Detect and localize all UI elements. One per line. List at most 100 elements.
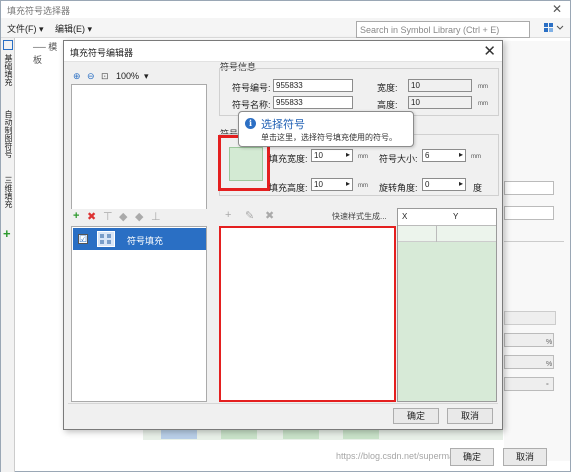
outer-ok-button[interactable]: 确定 <box>450 448 494 466</box>
property-field[interactable] <box>504 181 554 195</box>
height-unit: mm <box>478 101 488 107</box>
add-category-icon[interactable]: + <box>3 226 11 241</box>
height-label: 高度: <box>377 100 398 110</box>
symbol-name-field[interactable]: 955833 <box>273 96 353 109</box>
swatch[interactable] <box>221 429 257 439</box>
height-field: 10 <box>408 96 472 109</box>
dialog-ok-button[interactable]: 确定 <box>393 408 439 424</box>
swatch[interactable] <box>161 429 197 439</box>
dropdown-field[interactable] <box>504 311 556 325</box>
zoom-level[interactable]: 100% <box>116 71 139 81</box>
tab-3d-fill[interactable]: 三维填充 <box>3 176 14 208</box>
fill-width-value: 10 <box>314 151 323 160</box>
spin-arrow-icon[interactable]: ▸ <box>459 179 463 188</box>
delete-layer-icon[interactable]: ✖ <box>87 210 96 223</box>
symbol-size-spinner[interactable]: 6 ▸ <box>422 149 466 162</box>
tooltip-title: 选择符号 <box>261 119 305 131</box>
search-icon <box>544 23 564 32</box>
tab-square-icon[interactable] <box>3 40 13 50</box>
symbol-size-unit: mm <box>471 154 481 160</box>
dialog-close-button[interactable]: ✕ <box>483 42 496 60</box>
dialog-cancel-button[interactable]: 取消 <box>447 408 493 424</box>
edit-style-icon[interactable]: ✎ <box>245 209 254 222</box>
select-symbol-tooltip: i 选择符号 单击这里，选择符号填充使用的符号。 <box>238 111 414 147</box>
symbol-size-label: 符号大小: <box>379 154 418 164</box>
rotation-value: 0 <box>425 180 430 189</box>
fill-width-spinner[interactable]: 10 ▸ <box>311 149 353 162</box>
fill-layer-icon <box>97 231 115 247</box>
outer-cancel-button[interactable]: 取消 <box>503 448 547 466</box>
fill-height-spinner[interactable]: 10 ▸ <box>311 178 353 191</box>
table-row[interactable] <box>398 226 496 242</box>
move-bottom-icon[interactable]: ⊥ <box>151 210 161 223</box>
column-x-header: X <box>402 212 408 221</box>
table-header: X Y <box>398 209 496 226</box>
unit-label: % <box>546 361 553 368</box>
symbol-preview-canvas[interactable] <box>71 84 207 210</box>
fill-height-value: 10 <box>314 180 323 189</box>
move-down-icon[interactable]: ◆ <box>135 210 143 223</box>
divider <box>504 241 564 242</box>
fill-height-unit: mm <box>358 183 368 189</box>
property-field[interactable] <box>504 206 554 220</box>
symbol-name-label: 符号名称: <box>232 100 271 110</box>
layer-toolbar: + ✖ ⊤ ◆ ◆ ⊥ <box>71 209 207 225</box>
add-layer-icon[interactable]: + <box>73 210 79 222</box>
preview-zoom-toolbar: ⊕ ⊖ ⊡ 100% ▾ <box>71 70 207 85</box>
window-titlebar: 填充符号选择器 ✕ <box>1 1 570 18</box>
layer-visible-checkbox[interactable]: ☑ <box>78 234 88 244</box>
fill-width-unit: mm <box>358 154 368 160</box>
swatch[interactable] <box>343 429 379 439</box>
symbol-code-field[interactable]: 955833 <box>273 79 353 92</box>
table-body <box>398 242 496 401</box>
rotation-unit: 度 <box>473 183 483 193</box>
properties-panel <box>504 41 570 461</box>
spin-arrow-icon[interactable]: ▸ <box>346 150 350 159</box>
unit-label: ° <box>546 383 549 390</box>
tab-auto-mapping[interactable]: 自动制图符号 <box>3 110 14 158</box>
zoom-out-icon[interactable]: ⊖ <box>87 71 95 82</box>
divider <box>68 403 498 404</box>
delete-style-icon[interactable]: ✖ <box>265 209 274 222</box>
coordinate-table: X Y <box>397 208 497 402</box>
tree-node-template[interactable]: ── 模板 <box>33 40 63 66</box>
dialog-title: 填充符号编辑器 <box>70 48 134 58</box>
move-top-icon[interactable]: ⊤ <box>103 210 113 223</box>
fill-height-label: 填充高度: <box>269 183 308 193</box>
symbol-tree: ── 模板 <box>15 38 63 468</box>
table-body-fill <box>398 242 399 401</box>
search-options-button[interactable] <box>543 21 567 36</box>
symbol-library-search-input[interactable]: Search in Symbol Library (Ctrl + E) <box>356 21 530 38</box>
swatch[interactable] <box>283 429 319 439</box>
add-style-icon[interactable]: + <box>225 209 231 221</box>
tooltip-description: 单击这里，选择符号填充使用的符号。 <box>261 133 397 142</box>
style-list[interactable] <box>219 226 396 402</box>
spin-arrow-icon[interactable]: ▸ <box>459 150 463 159</box>
layer-label: 符号填充 <box>127 236 164 246</box>
layer-item-symbol-fill[interactable]: ☑ 符号填充 <box>73 228 206 250</box>
chevron-down-icon[interactable]: ▾ <box>144 71 149 82</box>
zoom-in-icon[interactable]: ⊕ <box>73 71 81 82</box>
window-title: 填充符号选择器 <box>7 6 71 16</box>
move-up-icon[interactable]: ◆ <box>119 210 127 223</box>
column-y-header: Y <box>453 212 459 221</box>
window-close-button[interactable]: ✕ <box>552 2 562 16</box>
info-icon: i <box>245 118 256 129</box>
zoom-fit-icon[interactable]: ⊡ <box>101 71 109 82</box>
unit-label: % <box>546 339 553 346</box>
tab-basic-fill[interactable]: 基础填充 <box>3 54 14 86</box>
width-label: 宽度: <box>377 83 398 93</box>
fill-width-label: 填充宽度: <box>269 154 308 164</box>
dialog-titlebar: 填充符号编辑器 ✕ <box>64 41 502 62</box>
symbol-code-label: 符号编号: <box>232 83 271 93</box>
menu-edit[interactable]: 编辑(E) ▾ <box>55 22 92 35</box>
rotation-label: 旋转角度: <box>379 183 418 193</box>
quick-style-generate-button[interactable]: 快速样式生成... <box>332 211 387 222</box>
fill-symbol-editor-dialog: 填充符号编辑器 ✕ ⊕ ⊖ ⊡ 100% ▾ + ✖ ⊤ ◆ ◆ ⊥ ☑ 符号填… <box>63 40 503 430</box>
menu-file[interactable]: 文件(F) ▾ <box>7 22 44 35</box>
category-tab-strip: 基础填充 自动制图符号 三维填充 + <box>1 38 15 472</box>
spin-arrow-icon[interactable]: ▸ <box>346 179 350 188</box>
column-divider <box>436 226 437 242</box>
rotation-spinner[interactable]: 0 ▸ <box>422 178 466 191</box>
width-unit: mm <box>478 84 488 90</box>
